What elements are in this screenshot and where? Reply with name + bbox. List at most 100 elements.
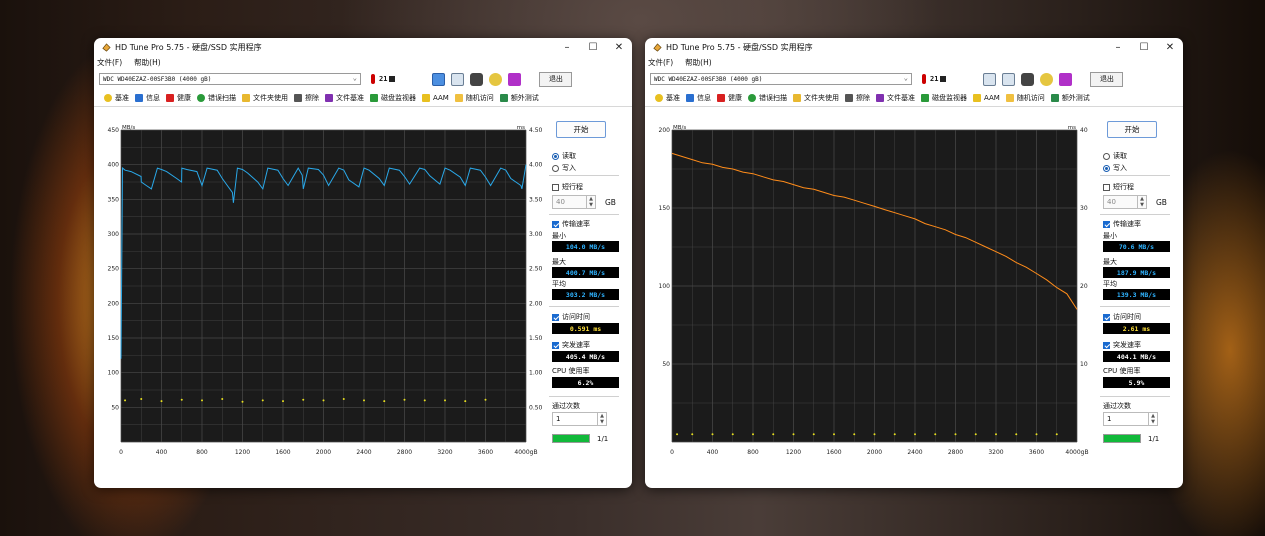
access-time-point — [954, 433, 957, 436]
tab-extra-tests[interactable]: 额外测试 — [499, 93, 539, 103]
y-tick-label: 300 — [108, 231, 120, 238]
drive-select[interactable]: WDC WD40EZAZ-00SF3B0 (4000 gB) ⌄ — [650, 73, 912, 85]
tab-info[interactable]: 信息 — [135, 93, 160, 103]
x-tick-label: 2400 — [356, 449, 371, 456]
copy-image-icon[interactable] — [451, 72, 465, 86]
pass-input[interactable]: 1 ▲ ▼ — [552, 412, 607, 426]
random-access-icon — [1005, 94, 1014, 102]
max-value: 400.7 MB/s — [552, 267, 619, 278]
monitor-icon — [921, 94, 929, 102]
tab-benchmark[interactable]: 基准 — [655, 93, 680, 103]
exit-button[interactable]: 退出 — [539, 71, 573, 87]
tab-random-access[interactable]: 随机访问 — [1005, 93, 1045, 103]
access-time-point — [812, 433, 815, 436]
screenshot-icon[interactable] — [1021, 72, 1035, 86]
copy-text-icon[interactable] — [432, 72, 446, 86]
exit-button[interactable]: 退出 — [1090, 71, 1124, 87]
tab-health[interactable]: 健康 — [166, 93, 191, 103]
tab-erase[interactable]: 擦除 — [845, 93, 870, 103]
maximize-button[interactable]: ☐ — [1131, 38, 1157, 56]
tab-aam[interactable]: AAM — [973, 94, 1000, 102]
menu-file[interactable]: 文件(F) — [648, 57, 673, 68]
drive-select[interactable]: WDC WD40EZAZ-00SF3B0 (4000 gB) ⌄ — [99, 73, 361, 85]
file-benchmark-icon — [325, 94, 333, 102]
progress-bar — [552, 434, 590, 443]
write-radio[interactable]: 写入 — [552, 163, 576, 173]
max-label: 最大 — [1103, 258, 1117, 266]
tab-aam[interactable]: AAM — [422, 94, 449, 102]
hdtune-app-icon — [653, 42, 662, 52]
tab-error-scan[interactable]: 错误扫描 — [197, 93, 236, 103]
min-value: 70.6 MB/s — [1103, 241, 1170, 252]
minimize-button[interactable]: – — [1105, 38, 1131, 56]
x-tick-label: 2800 — [948, 449, 963, 456]
tab-health[interactable]: 健康 — [717, 93, 742, 103]
save-icon[interactable] — [508, 72, 522, 86]
minimize-button[interactable]: – — [554, 38, 580, 56]
tab-disk-monitor[interactable]: 磁盘监视器 — [370, 93, 416, 103]
avg-label: 平均 — [552, 280, 566, 288]
tab-folder-usage[interactable]: 文件夹使用 — [793, 93, 839, 103]
tab-error-scan[interactable]: 错误扫描 — [748, 93, 787, 103]
y2-axis-label: ms — [517, 125, 525, 131]
menu-help[interactable]: 帮助(H) — [134, 57, 161, 68]
temperature-readout: 21 — [371, 74, 396, 84]
short-stroke-checkbox[interactable]: 短行程 — [552, 182, 583, 192]
toolbar: WDC WD40EZAZ-00SF3B0 (4000 gB) ⌄ 21 退出 — [94, 68, 632, 90]
min-label: 最小 — [552, 232, 566, 240]
title-bar[interactable]: HD Tune Pro 5.75 - 硬盘/SSD 实用程序 – ☐ ✕ — [645, 38, 1183, 56]
burst-rate-checkbox[interactable]: 突发速率 — [1103, 340, 1141, 350]
menu-help[interactable]: 帮助(H) — [685, 57, 712, 68]
tab-file-benchmark[interactable]: 文件基准 — [325, 93, 364, 103]
access-time-checkbox[interactable]: 访问时间 — [552, 312, 590, 322]
pass-input[interactable]: 1 ▲ ▼ — [1103, 412, 1158, 426]
copy-text-icon[interactable] — [983, 72, 997, 86]
chevron-down-icon: ⌄ — [352, 74, 357, 82]
access-time-point — [914, 433, 916, 436]
title-bar[interactable]: HD Tune Pro 5.75 - 硬盘/SSD 实用程序 – ☐ ✕ — [94, 38, 632, 56]
progress-text: 1/1 — [1148, 435, 1160, 443]
transfer-rate-checkbox[interactable]: 传输速率 — [1103, 219, 1141, 229]
extra-tests-icon — [499, 94, 508, 102]
burst-rate-checkbox[interactable]: 突发速率 — [552, 340, 590, 350]
options-icon[interactable] — [489, 72, 503, 86]
access-time-point — [124, 399, 127, 402]
tab-benchmark[interactable]: 基准 — [104, 93, 129, 103]
start-button[interactable]: 开始 — [1107, 121, 1157, 138]
avg-value: 139.3 MB/s — [1103, 289, 1170, 300]
options-icon[interactable] — [1040, 72, 1054, 86]
close-button[interactable]: ✕ — [606, 38, 632, 56]
access-time-point — [342, 398, 345, 401]
short-stroke-input[interactable]: 40 ▲ ▼ — [552, 195, 596, 209]
tab-erase[interactable]: 擦除 — [294, 93, 319, 103]
short-stroke-checkbox[interactable]: 短行程 — [1103, 182, 1134, 192]
tab-file-benchmark[interactable]: 文件基准 — [876, 93, 915, 103]
menu-file[interactable]: 文件(F) — [97, 57, 122, 68]
access-time-point — [160, 400, 163, 403]
screenshot-icon[interactable] — [470, 72, 484, 86]
tab-info[interactable]: 信息 — [686, 93, 711, 103]
read-radio[interactable]: 读取 — [552, 151, 576, 161]
access-time-point — [676, 433, 679, 436]
save-icon[interactable] — [1059, 72, 1073, 86]
celsius-icon — [389, 76, 396, 82]
maximize-button[interactable]: ☐ — [580, 38, 606, 56]
drive-select-value: WDC WD40EZAZ-00SF3B0 (4000 gB) — [654, 75, 763, 83]
tab-random-access[interactable]: 随机访问 — [454, 93, 494, 103]
write-radio[interactable]: 写入 — [1103, 163, 1127, 173]
copy-image-icon[interactable] — [1002, 72, 1016, 86]
access-time-point — [484, 398, 487, 401]
file-benchmark-icon — [876, 94, 884, 102]
tab-folder-usage[interactable]: 文件夹使用 — [242, 93, 288, 103]
benchmark-icon — [655, 94, 663, 102]
y-axis-label: MB/s — [673, 125, 686, 131]
short-stroke-input[interactable]: 40 ▲ ▼ — [1103, 195, 1147, 209]
close-button[interactable]: ✕ — [1157, 38, 1183, 56]
tab-extra-tests[interactable]: 额外测试 — [1050, 93, 1090, 103]
access-time-point — [833, 433, 835, 436]
read-radio[interactable]: 读取 — [1103, 151, 1127, 161]
start-button[interactable]: 开始 — [556, 121, 606, 138]
access-time-checkbox[interactable]: 访问时间 — [1103, 312, 1141, 322]
transfer-rate-checkbox[interactable]: 传输速率 — [552, 219, 590, 229]
tab-disk-monitor[interactable]: 磁盘监视器 — [921, 93, 967, 103]
